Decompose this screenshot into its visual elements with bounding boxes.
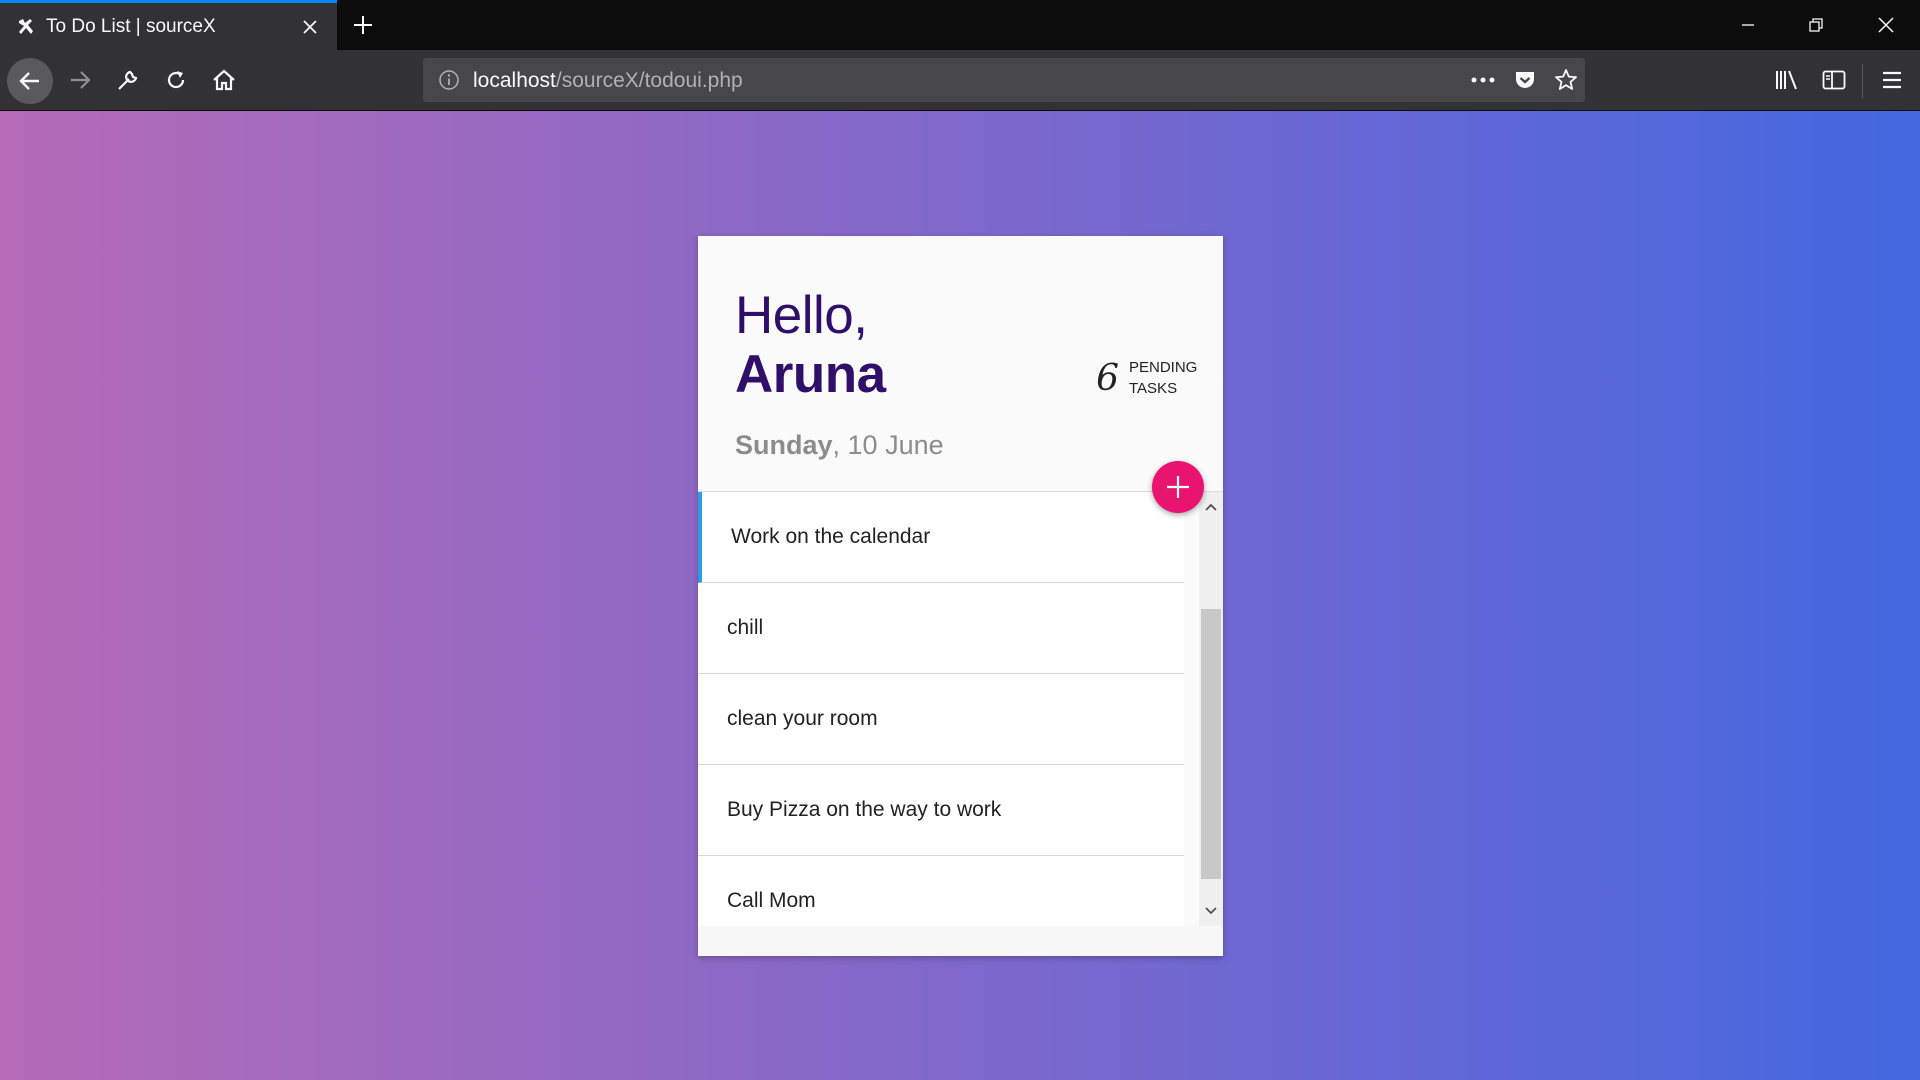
home-button[interactable]	[202, 58, 246, 102]
scroll-up-button[interactable]	[1199, 496, 1223, 518]
scroll-down-button[interactable]	[1199, 900, 1223, 922]
more-icon	[1471, 77, 1495, 83]
card-footer	[698, 926, 1223, 956]
menu-button[interactable]	[1872, 60, 1912, 100]
plus-icon	[354, 16, 372, 34]
bookmark-button[interactable]	[1551, 66, 1581, 94]
task-label: Call Mom	[727, 889, 816, 912]
home-icon	[213, 69, 235, 91]
plus-icon	[1167, 476, 1189, 498]
library-button[interactable]	[1767, 60, 1807, 100]
tools-icon	[16, 17, 36, 37]
url-path: /sourceX/todoui.php	[555, 69, 743, 92]
close-icon	[1878, 17, 1894, 33]
developer-tools-button[interactable]	[106, 58, 150, 102]
tab-strip: To Do List | sourceX	[0, 0, 1920, 50]
task-list-scrollbar[interactable]	[1199, 492, 1223, 926]
minimize-icon	[1742, 24, 1754, 26]
task-label: clean your room	[727, 707, 878, 730]
tab-title: To Do List | sourceX	[46, 15, 216, 37]
toolbar-separator	[1862, 64, 1863, 98]
tab-active[interactable]: To Do List | sourceX	[0, 0, 337, 50]
task-item[interactable]: chill	[698, 583, 1184, 674]
library-icon	[1776, 70, 1797, 90]
url-host: localhost	[473, 69, 556, 92]
current-date: Sunday, 10 June	[735, 430, 944, 461]
minimize-button[interactable]	[1714, 0, 1782, 50]
task-list[interactable]: Work on the calendar chill clean your ro…	[698, 492, 1184, 926]
task-item[interactable]: Call Mom	[698, 856, 1184, 926]
pending-label: PENDING TASKS	[1129, 359, 1198, 397]
star-icon	[1555, 69, 1577, 90]
hamburger-icon	[1883, 71, 1901, 89]
arrow-left-icon	[19, 72, 39, 90]
todo-card: Hello, Aruna 6 PENDING TASKS Sunday, 10 …	[698, 236, 1223, 956]
reload-button[interactable]	[154, 58, 198, 102]
task-label: Work on the calendar	[731, 525, 931, 548]
forward-button[interactable]	[58, 58, 102, 102]
pocket-icon	[1516, 72, 1534, 88]
date-weekday: Sunday	[735, 430, 833, 460]
pending-tasks: 6 PENDING TASKS	[1096, 357, 1201, 399]
url-text[interactable]: localhost/sourceX/todoui.php	[473, 69, 743, 93]
pending-count: 6	[1096, 357, 1119, 399]
task-item[interactable]: Work on the calendar	[698, 492, 1184, 583]
sidebar-button[interactable]	[1814, 60, 1854, 100]
task-item[interactable]: clean your room	[698, 674, 1184, 765]
chevron-up-icon	[1205, 503, 1217, 511]
task-label: chill	[727, 616, 764, 639]
date-rest: , 10 June	[832, 430, 944, 460]
page-actions-button[interactable]	[1468, 66, 1498, 94]
back-button[interactable]	[7, 58, 53, 104]
restore-button[interactable]	[1782, 0, 1850, 50]
close-window-button[interactable]	[1852, 0, 1920, 50]
reload-icon	[167, 71, 185, 89]
wrench-icon	[118, 70, 138, 90]
greeting-hello: Hello,	[735, 286, 868, 345]
add-task-button[interactable]	[1152, 461, 1204, 513]
info-icon[interactable]	[437, 68, 461, 92]
task-item[interactable]: Buy Pizza on the way to work	[698, 765, 1184, 856]
new-tab-button[interactable]	[346, 8, 380, 42]
restore-icon	[1809, 18, 1823, 32]
sidebar-icon	[1822, 70, 1846, 90]
nav-toolbar: localhost/sourceX/todoui.php	[0, 50, 1920, 111]
user-name: Aruna	[735, 345, 886, 405]
chevron-down-icon	[1205, 907, 1217, 915]
task-label: Buy Pizza on the way to work	[727, 798, 1002, 821]
pocket-button[interactable]	[1510, 66, 1540, 94]
greeting: Hello, Aruna	[735, 286, 886, 405]
arrow-right-icon	[71, 71, 91, 89]
scrollbar-thumb[interactable]	[1201, 609, 1221, 879]
tab-close-icon[interactable]	[295, 12, 325, 42]
page-viewport: Hello, Aruna 6 PENDING TASKS Sunday, 10 …	[0, 111, 1920, 1080]
address-bar[interactable]: localhost/sourceX/todoui.php	[423, 58, 1585, 102]
